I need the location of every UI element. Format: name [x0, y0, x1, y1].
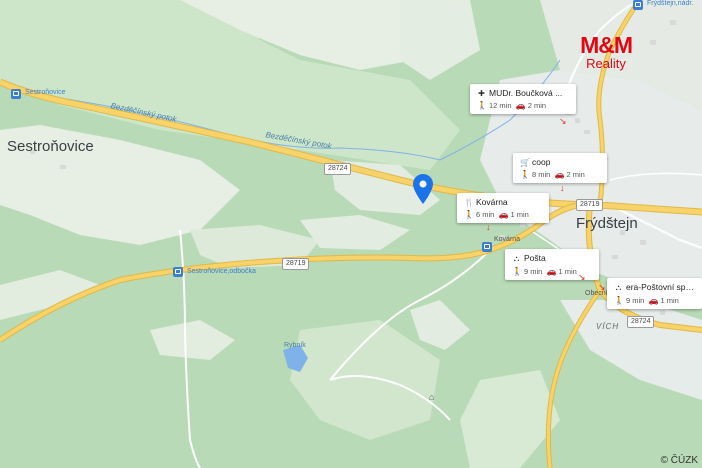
stop-label-kovarna: Kovárna [494, 236, 521, 243]
pin-shape [413, 174, 433, 204]
poi-card-era[interactable]: ⛬ era-Poštovní spoř... 🚶 9 min 🚗 1 min [607, 278, 702, 309]
road-shield-28724: 28724 [324, 163, 352, 175]
poi-car-time: 2 min [527, 101, 547, 110]
poi-marker-icon[interactable]: ↓ [560, 183, 570, 193]
car-icon: 🚗 [554, 170, 565, 179]
poi-name: era-Poštovní spoř... [626, 282, 695, 292]
walk-icon: 🚶 [464, 210, 474, 219]
poi-name: MUDr. Boučková ... [489, 88, 563, 98]
poi-walk-time: 9 min [524, 267, 543, 276]
stop-label-sestronovice-odbocka: Sestroňovice,odbočka [187, 268, 256, 275]
poi-marker-icon[interactable]: ↘ [559, 116, 569, 126]
poi-name: coop [532, 157, 551, 167]
poi-card-kovarna[interactable]: 🍴 Kovárna 🚶 6 min 🚗 1 min [457, 193, 549, 223]
poi-card-coop[interactable]: 🛒 coop 🚶 8 min 🚗 2 min [513, 153, 607, 183]
property-pin-icon[interactable] [413, 174, 433, 209]
car-icon: 🚗 [648, 296, 659, 305]
bus-stop-icon[interactable] [11, 89, 21, 99]
poi-walk-time: 8 min [532, 170, 551, 179]
parking-icon[interactable] [482, 242, 492, 252]
walk-icon: 🚶 [614, 296, 624, 305]
poi-name: Kovárna [476, 197, 508, 207]
medical-icon: ✚ [478, 89, 485, 98]
brand-name: M&M [580, 32, 633, 58]
road-shield-28719-east: 28719 [576, 199, 604, 211]
poi-walk-time: 12 min [489, 101, 512, 110]
post-icon: ⛬ [513, 254, 520, 263]
walk-icon: 🚶 [512, 267, 522, 276]
bus-stop-icon[interactable] [173, 267, 183, 277]
poi-car-time: 1 min [510, 210, 529, 219]
town-label-sestronovice: Sestroňovice [7, 138, 94, 155]
poi-car-time: 1 min [660, 296, 679, 305]
stop-label-sestronovice: Sestroňovice [25, 89, 66, 96]
bank-icon: ⛬ [615, 283, 622, 292]
brand-logo[interactable]: M&M Reality [580, 32, 633, 72]
restaurant-icon: 🍴 [464, 198, 474, 207]
road-shield-28719-west: 28719 [282, 258, 310, 270]
walk-icon: 🚶 [520, 170, 530, 179]
road-shield-28724-south: 28724 [627, 316, 655, 328]
locality-label-vich: VÍCH [596, 322, 620, 331]
town-label-frydstejn: Frýdštejn [576, 215, 638, 232]
car-icon: 🚗 [515, 101, 526, 110]
poi-car-time: 1 min [558, 267, 577, 276]
walk-icon: 🚶 [477, 101, 487, 110]
car-icon: 🚗 [498, 210, 509, 219]
poi-car-time: 2 min [566, 170, 585, 179]
cart-icon: 🛒 [520, 158, 530, 167]
poi-card-doctor[interactable]: ✚ MUDr. Boučková ... 🚶 12 min 🚗 2 min [470, 84, 576, 114]
poi-name: Pošta [524, 253, 546, 263]
poi-marker-icon[interactable]: ↘ [598, 282, 608, 292]
poi-walk-time: 6 min [476, 210, 495, 219]
car-icon: 🚗 [546, 267, 557, 276]
map[interactable]: Sestroňovice Frýdštejn VÍCH Kovárna Sest… [0, 0, 702, 468]
map-copyright: © ČÚZK [660, 455, 698, 466]
landmark-icon: ⌂ [429, 392, 435, 402]
bus-stop-icon[interactable] [633, 0, 643, 10]
poi-walk-time: 9 min [626, 296, 645, 305]
poi-marker-icon[interactable]: ↘ [578, 272, 588, 282]
poi-marker-icon[interactable]: ↓ [486, 222, 496, 232]
water-label-rybnik: Rybník [284, 342, 306, 349]
stop-label-frydstejn-top: Frýdštejn,nádr. [647, 0, 694, 7]
brand-subtitle: Reality [586, 56, 626, 71]
